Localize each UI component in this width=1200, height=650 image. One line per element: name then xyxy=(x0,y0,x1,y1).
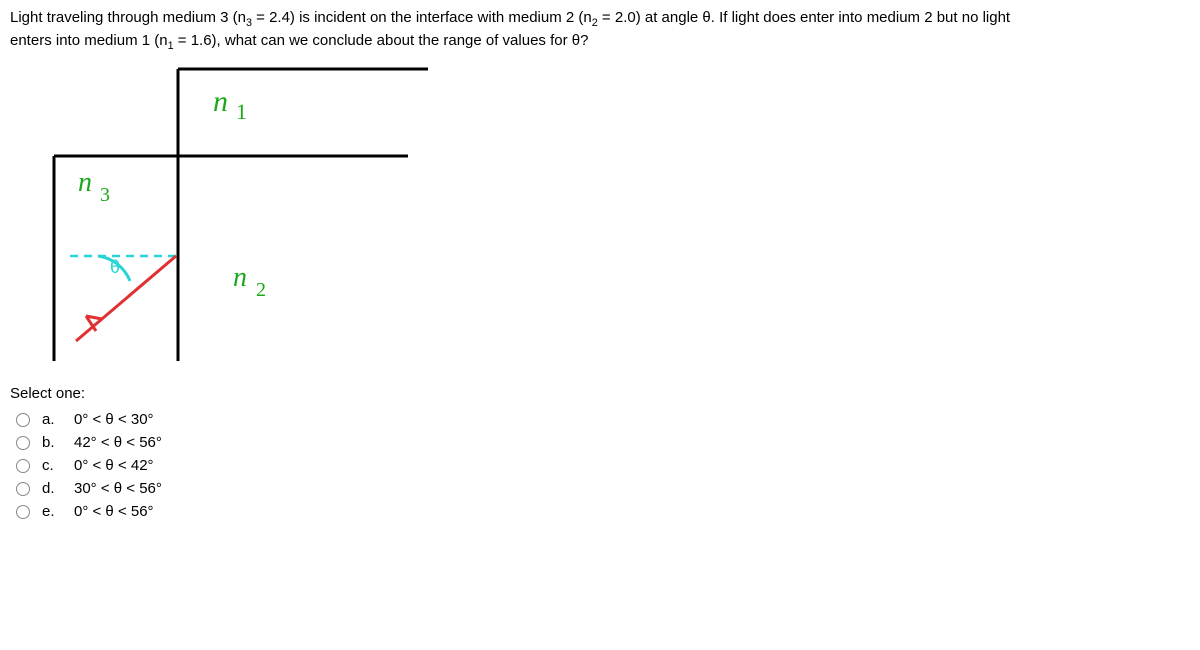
option-text: 30° < θ < 56° xyxy=(74,480,162,497)
question-text: Light traveling through medium 3 (n3 = 2… xyxy=(10,8,1190,53)
option-c[interactable]: c. 0° < θ < 42° xyxy=(16,454,1190,477)
svg-text:3: 3 xyxy=(100,184,110,206)
option-text: 42° < θ < 56° xyxy=(74,434,162,451)
option-letter: a. xyxy=(42,411,62,428)
option-d[interactable]: d. 30° < θ < 56° xyxy=(16,477,1190,500)
radio-icon[interactable] xyxy=(16,413,30,427)
radio-icon[interactable] xyxy=(16,436,30,450)
radio-icon[interactable] xyxy=(16,505,30,519)
select-one-label: Select one: xyxy=(10,385,1190,402)
radio-icon[interactable] xyxy=(16,459,30,473)
svg-text:n: n xyxy=(78,167,92,198)
radio-icon[interactable] xyxy=(16,482,30,496)
physics-diagram: θ n 1 n 2 n 3 xyxy=(38,61,438,371)
theta-symbol: θ xyxy=(110,257,120,277)
svg-text:1: 1 xyxy=(236,99,247,124)
option-text: 0° < θ < 56° xyxy=(74,503,154,520)
option-text: 0° < θ < 42° xyxy=(74,457,154,474)
option-letter: c. xyxy=(42,457,62,474)
option-a[interactable]: a. 0° < θ < 30° xyxy=(16,408,1190,431)
option-text: 0° < θ < 30° xyxy=(74,411,154,428)
svg-text:n: n xyxy=(233,262,247,293)
option-b[interactable]: b. 42° < θ < 56° xyxy=(16,431,1190,454)
option-letter: d. xyxy=(42,480,62,497)
svg-text:2: 2 xyxy=(256,279,266,301)
options-list: a. 0° < θ < 30° b. 42° < θ < 56° c. 0° <… xyxy=(10,408,1190,523)
svg-text:n: n xyxy=(213,85,228,118)
option-e[interactable]: e. 0° < θ < 56° xyxy=(16,500,1190,523)
option-letter: b. xyxy=(42,434,62,451)
option-letter: e. xyxy=(42,503,62,520)
